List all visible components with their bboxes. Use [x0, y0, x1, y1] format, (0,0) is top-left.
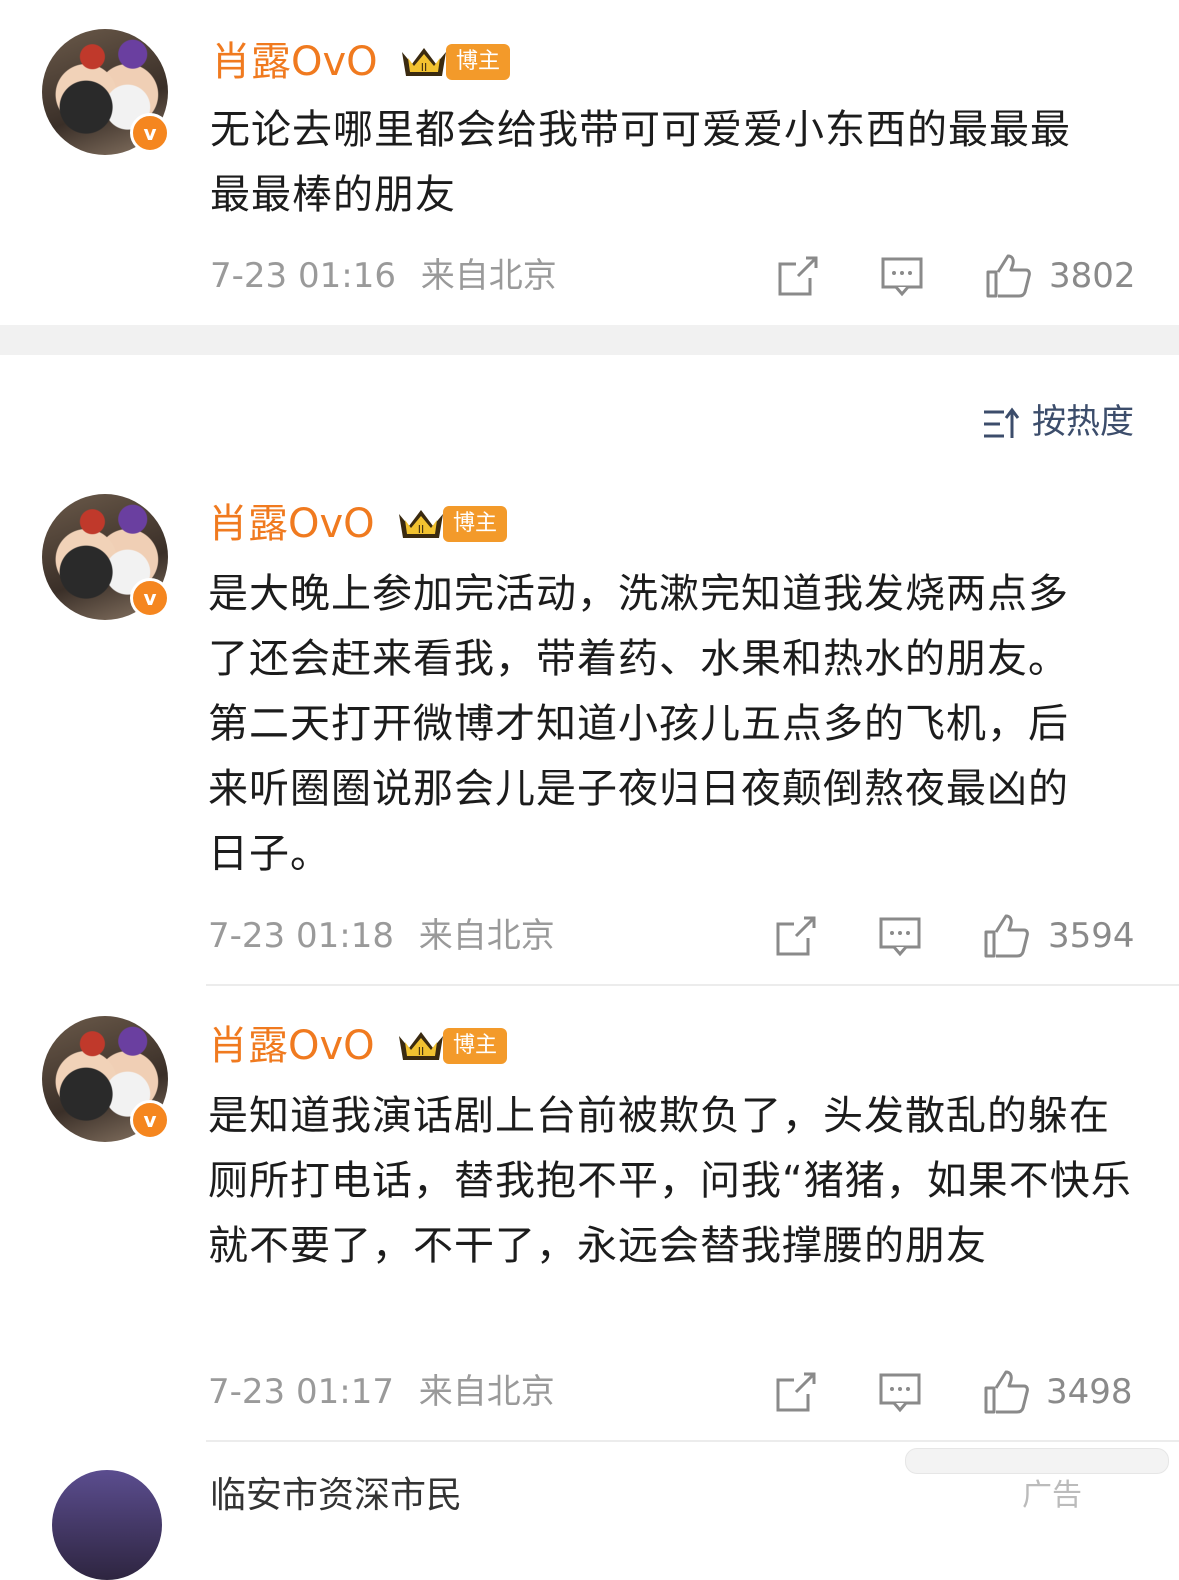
verified-badge: v: [130, 113, 170, 153]
author-name[interactable]: 肖露OvO: [211, 38, 378, 86]
location: 来自北京: [420, 256, 557, 296]
comment-icon[interactable]: [878, 1370, 922, 1414]
timestamp: 7-23 01:17: [208, 1372, 394, 1412]
crown-icon: II: [399, 510, 443, 538]
location: 来自北京: [418, 916, 555, 956]
share-icon[interactable]: [774, 1370, 818, 1414]
row-separator: [206, 984, 1179, 986]
like-icon[interactable]: [982, 1368, 1030, 1416]
avatar[interactable]: v: [42, 1016, 170, 1142]
sort-icon: [984, 407, 1020, 438]
section-divider: [0, 325, 1179, 355]
timestamp: 7-23 01:16: [210, 256, 396, 296]
comment-meta: 7-23 01:18 来自北京: [208, 916, 555, 956]
ad-label: 广告: [1022, 1478, 1082, 1513]
sort-hot-button[interactable]: 按热度: [982, 400, 1134, 444]
blogger-badge: 博主: [446, 44, 511, 80]
comment-text: 是知道我演话剧上台前被欺负了，头发散乱的躲在厕所打电话，替我抱不平，问我“猪猪，…: [208, 1093, 1132, 1269]
like-count: 3594: [1048, 916, 1135, 956]
share-icon[interactable]: [776, 254, 820, 298]
author-name[interactable]: 肖露OvO: [208, 500, 375, 548]
share-icon[interactable]: [774, 914, 818, 958]
svg-text:II: II: [421, 61, 428, 74]
comment-text: 无论去哪里都会给我带可可爱爱小东西的最最最最最棒的朋友: [210, 107, 1071, 218]
like-icon[interactable]: [982, 912, 1030, 960]
verified-badge: v: [130, 578, 170, 618]
comment-meta: 7-23 01:16 来自北京: [210, 256, 557, 296]
crown-icon: II: [399, 1032, 443, 1060]
timestamp: 7-23 01:18: [208, 916, 394, 956]
comment-text: 是大晚上参加完活动，洗漱完知道我发烧两点多了还会赶来看我，带着药、水果和热水的朋…: [208, 571, 1069, 877]
like-icon[interactable]: [984, 252, 1032, 300]
blogger-badge: 博主: [443, 506, 508, 542]
avatar[interactable]: [52, 1470, 162, 1580]
like-count: 3802: [1049, 256, 1136, 296]
like-count: 3498: [1046, 1372, 1133, 1412]
comment-icon[interactable]: [880, 254, 924, 298]
location: 来自北京: [418, 1372, 555, 1412]
comment-icon[interactable]: [878, 914, 922, 958]
comment-meta: 7-23 01:17 来自北京: [208, 1372, 555, 1412]
crown-icon: II: [402, 48, 446, 76]
sort-label: 按热度: [1032, 402, 1134, 442]
row-separator: [206, 1440, 1179, 1442]
blogger-badge: 博主: [443, 1028, 508, 1064]
svg-text:II: II: [418, 1045, 425, 1058]
avatar[interactable]: v: [42, 494, 170, 620]
verified-badge: v: [130, 1100, 170, 1140]
avatar[interactable]: v: [42, 29, 170, 155]
author-name[interactable]: 临安市资深市民: [210, 1466, 462, 1518]
author-name[interactable]: 肖露OvO: [208, 1022, 375, 1070]
svg-text:II: II: [418, 523, 425, 536]
